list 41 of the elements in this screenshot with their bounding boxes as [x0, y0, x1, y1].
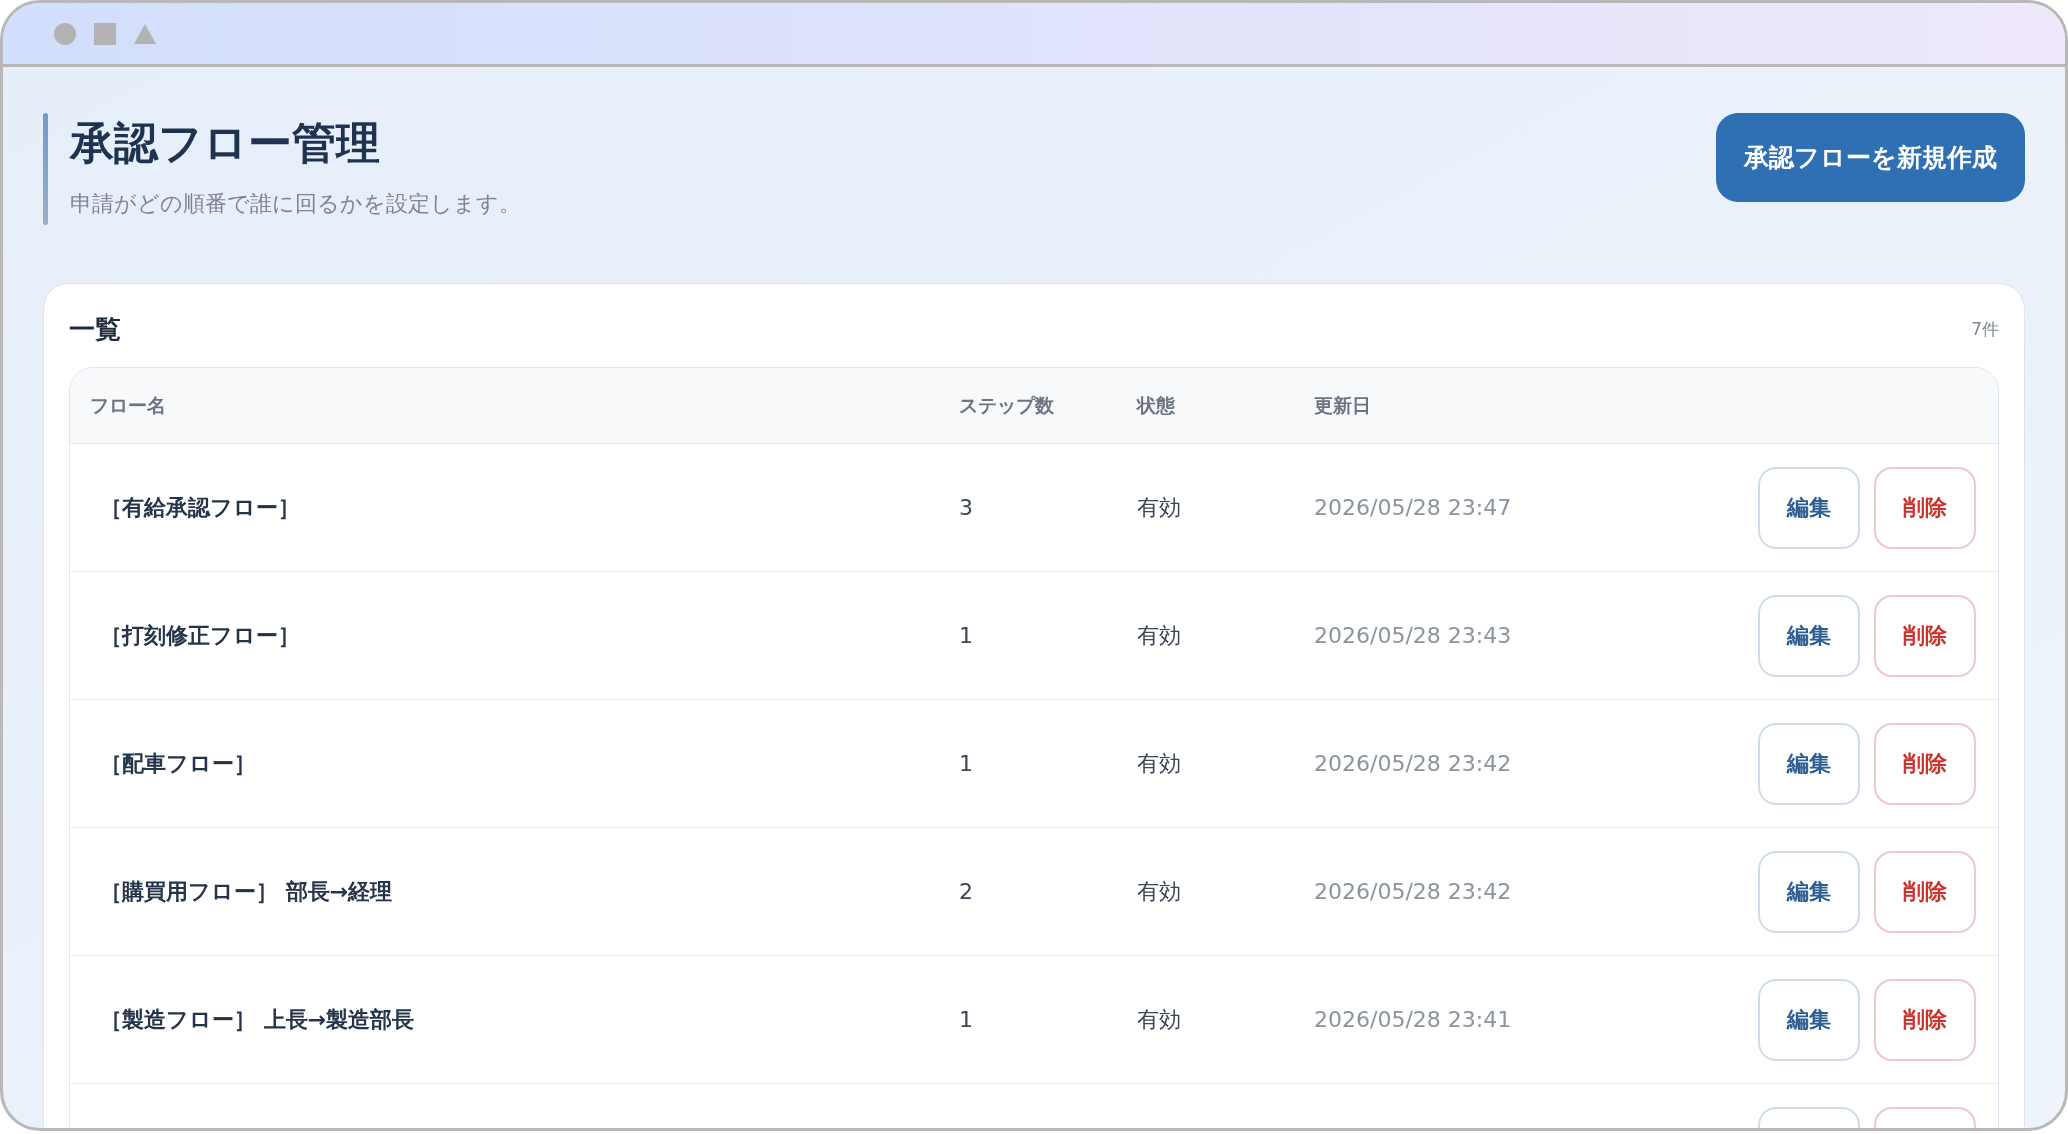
flow-name: ［購買用フロー］ 部長→経理 — [99, 878, 394, 906]
status-text: 有効 — [1137, 622, 1182, 650]
flow-name: ［打刻修正フロー］ — [99, 622, 301, 650]
edit-button[interactable]: 編集 — [1758, 722, 1860, 805]
updated-date: 2026/05/28 23:41 — [1314, 1006, 1513, 1034]
edit-button[interactable]: 編集 — [1758, 594, 1860, 677]
flow-name: ［有給承認フロー］ — [99, 494, 301, 522]
page-title: 承認フロー管理 — [70, 116, 381, 170]
status-text: 有効 — [1137, 750, 1182, 778]
updated-date: 2026/05/28 23:42 — [1314, 750, 1513, 778]
column-header: ステップ数 — [959, 393, 1055, 419]
step-count: 2 — [959, 878, 974, 906]
flow-name: ［製造フロー］ 上長→製造部長 — [99, 1006, 416, 1034]
edit-button[interactable]: 編集 — [1758, 850, 1860, 933]
step-count: 3 — [959, 494, 974, 522]
section-heading: 一覧 — [69, 313, 121, 346]
edit-button[interactable]: 編集 — [1758, 466, 1860, 549]
column-header: 更新日 — [1314, 393, 1372, 419]
square-icon[interactable] — [94, 22, 116, 45]
updated-date: 2026/05/28 23:47 — [1314, 494, 1513, 522]
page-subtitle: 申請がどの順番で誰に回るかを設定します。 — [70, 190, 521, 218]
flow-name: ［配車フロー］ — [99, 750, 257, 778]
create-flow-button[interactable]: 承認フローを新規作成 — [1716, 113, 2025, 202]
delete-button[interactable]: 削除 — [1874, 594, 1976, 677]
status-text: 有効 — [1137, 1006, 1182, 1034]
edit-button[interactable]: 編集 — [1758, 978, 1860, 1061]
status-text: 有効 — [1137, 494, 1182, 522]
delete-button[interactable]: 削除 — [1874, 466, 1976, 549]
updated-date: 2026/05/28 23:43 — [1314, 622, 1513, 650]
column-header: フロー名 — [89, 393, 167, 419]
status-text: 有効 — [1137, 878, 1182, 906]
delete-button[interactable]: 削除 — [1874, 722, 1976, 805]
item-count: 7件 — [1971, 317, 1999, 341]
column-header: 状態 — [1137, 393, 1176, 419]
step-count: 1 — [959, 622, 974, 650]
step-count: 1 — [959, 1006, 974, 1034]
updated-date: 2026/05/28 23:42 — [1314, 878, 1513, 906]
triangle-icon[interactable] — [134, 23, 156, 44]
delete-button[interactable]: 削除 — [1874, 850, 1976, 933]
delete-button[interactable]: 削除 — [1874, 978, 1976, 1061]
step-count: 1 — [959, 750, 974, 778]
